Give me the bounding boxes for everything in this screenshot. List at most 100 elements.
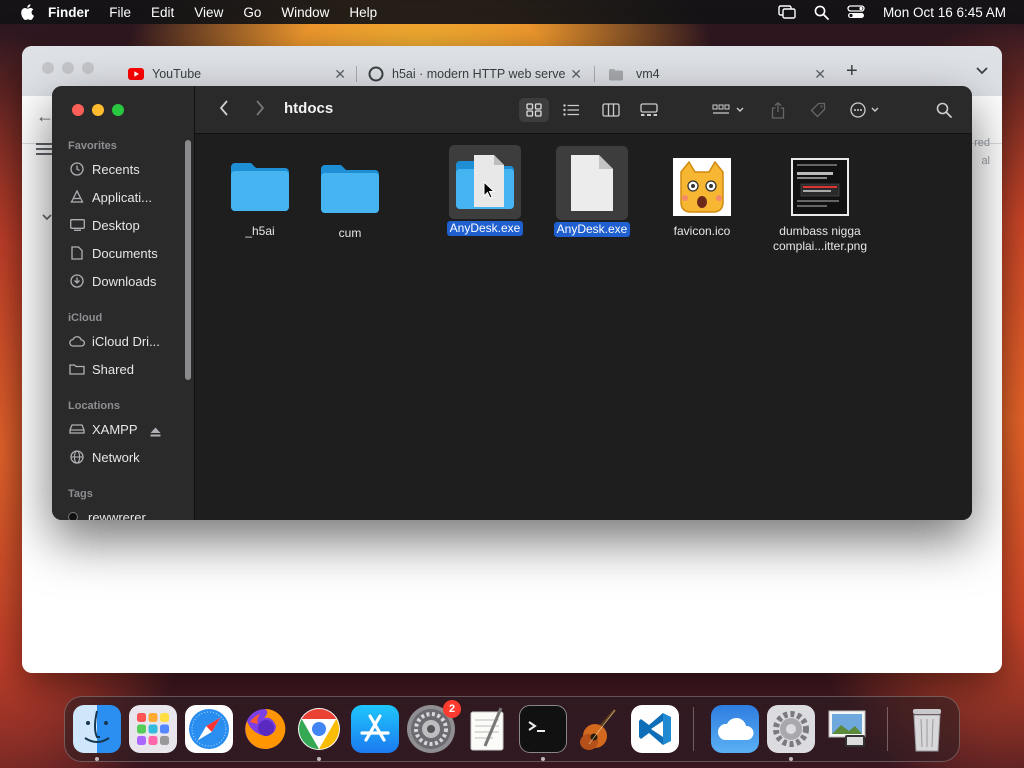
tag-icon[interactable]	[803, 98, 833, 122]
mouse-cursor-icon	[483, 181, 495, 199]
file-item-cum-folder[interactable]: cum	[300, 154, 400, 242]
chrome-icon[interactable]	[295, 705, 343, 753]
sidebar-item-tag[interactable]: rewwrerer	[68, 507, 146, 520]
tab-search-chevron-icon[interactable]	[976, 64, 988, 78]
menu-file[interactable]: File	[109, 5, 131, 20]
menu-edit[interactable]: Edit	[151, 5, 174, 20]
sidebar-item-recents[interactable]: Recents	[68, 159, 140, 179]
menu-go[interactable]: Go	[243, 5, 261, 20]
gallery-view-icon[interactable]	[634, 98, 664, 122]
list-view-icon[interactable]	[556, 98, 586, 122]
sidebar-section-tags: Tags	[68, 488, 93, 500]
back-chevron-icon[interactable]	[219, 100, 229, 121]
textedit-icon[interactable]	[463, 705, 511, 753]
screenshot-thumbnail-icon	[785, 152, 855, 222]
guitar-icon[interactable]	[575, 705, 623, 753]
launchpad-icon[interactable]	[129, 705, 177, 753]
column-view-icon[interactable]	[596, 98, 626, 122]
expand-chevron-icon[interactable]	[42, 210, 52, 224]
sidebar-item-label: Documents	[92, 245, 158, 261]
network-icon	[68, 449, 86, 465]
tab-divider	[594, 66, 595, 82]
menu-clock[interactable]: Mon Oct 16 6:45 AM	[883, 5, 1006, 20]
running-indicator	[789, 757, 793, 761]
search-icon[interactable]	[929, 98, 959, 122]
more-actions-icon[interactable]	[847, 98, 887, 122]
preview-icon[interactable]	[823, 705, 871, 753]
safari-icon[interactable]	[185, 705, 233, 753]
sidebar-item-label: Recents	[92, 161, 140, 177]
browser-tab-h5ai[interactable]: h5ai · modern HTTP web serve ✕	[360, 60, 588, 88]
spotlight-search-icon[interactable]	[814, 5, 829, 20]
finder-zoom-button[interactable]	[112, 104, 124, 116]
browser-close-button[interactable]	[42, 62, 54, 74]
trash-icon[interactable]	[903, 705, 951, 753]
tab-divider	[356, 66, 357, 82]
sidebar-item-xampp[interactable]: XAMPP	[68, 419, 138, 439]
menu-help[interactable]: Help	[349, 5, 377, 20]
screen-mirroring-icon[interactable]	[778, 5, 796, 19]
partial-text-line: al	[981, 155, 990, 167]
weather-icon[interactable]	[711, 705, 759, 753]
file-name: AnyDesk.exe	[446, 221, 524, 236]
menu-window[interactable]: Window	[281, 5, 329, 20]
sidebar-item-shared[interactable]: Shared	[68, 359, 134, 379]
file-item-favicon[interactable]: favicon.ico	[652, 152, 752, 240]
finder-minimize-button[interactable]	[92, 104, 104, 116]
sidebar-item-label: rewwrerer	[88, 509, 146, 521]
sidebar-item-documents[interactable]: Documents	[68, 243, 158, 263]
sidebar-item-icloud-drive[interactable]: iCloud Dri...	[68, 331, 160, 351]
sidebar-item-downloads[interactable]: Downloads	[68, 271, 156, 291]
cloud-icon	[68, 333, 86, 349]
dock-separator	[693, 707, 694, 751]
sidebar-scrollbar[interactable]	[185, 140, 191, 380]
tag-color-dot	[68, 512, 78, 520]
browser-window-controls	[42, 62, 94, 74]
folder-icon	[225, 152, 295, 222]
finder-close-button[interactable]	[72, 104, 84, 116]
browser-tab-vm4[interactable]: vm4 ✕	[600, 60, 832, 88]
menu-view[interactable]: View	[194, 5, 223, 20]
new-tab-plus-icon[interactable]: +	[846, 60, 858, 83]
download-icon	[68, 273, 86, 289]
control-center-icon[interactable]	[847, 5, 865, 19]
finder-sidebar: Favorites Recents Applicati... Desktop D…	[52, 86, 195, 520]
apple-menu-icon[interactable]	[20, 4, 34, 20]
group-by-icon[interactable]	[709, 98, 749, 122]
terminal-icon[interactable]	[519, 705, 567, 753]
icon-view-grid-icon[interactable]	[519, 98, 549, 122]
vscode-icon[interactable]	[631, 705, 679, 753]
sidebar-section-favorites: Favorites	[68, 140, 117, 152]
file-name: _h5ai	[245, 224, 275, 238]
file-item-h5ai-folder[interactable]: _h5ai	[210, 152, 310, 240]
sidebar-item-desktop[interactable]: Desktop	[68, 215, 140, 235]
firefox-icon[interactable]	[241, 705, 289, 753]
sidebar-item-applications[interactable]: Applicati...	[68, 187, 152, 207]
menu-app-finder[interactable]: Finder	[48, 5, 89, 20]
sidebar-item-network[interactable]: Network	[68, 447, 140, 467]
running-indicator	[95, 757, 99, 761]
folder-icon	[608, 66, 624, 82]
gear-icon[interactable]	[767, 705, 815, 753]
close-tab-icon[interactable]: ✕	[334, 66, 346, 83]
hamburger-menu-icon[interactable]	[36, 142, 52, 160]
sidebar-section-locations: Locations	[68, 400, 120, 412]
browser-tab-youtube[interactable]: YouTube ✕	[120, 60, 352, 88]
clock-icon	[68, 161, 86, 177]
file-item-screenshot-png[interactable]: dumbass nigga complai...itter.png	[760, 152, 880, 255]
document-icon	[68, 245, 86, 261]
dock-separator	[887, 707, 888, 751]
share-icon[interactable]	[763, 98, 793, 122]
file-item-anydesk-folder[interactable]: AnyDesk.exe	[435, 145, 535, 237]
browser-zoom-button[interactable]	[82, 62, 94, 74]
eject-icon[interactable]	[150, 424, 161, 442]
browser-minimize-button[interactable]	[62, 62, 74, 74]
app-store-icon[interactable]	[351, 705, 399, 753]
browser-tab-title: h5ai · modern HTTP web serve	[392, 67, 566, 81]
close-tab-icon[interactable]: ✕	[814, 66, 826, 83]
file-item-anydesk-document[interactable]: AnyDesk.exe	[542, 146, 642, 238]
close-tab-icon[interactable]: ✕	[570, 66, 582, 83]
forward-chevron-icon[interactable]	[255, 100, 265, 121]
finder-icon[interactable]	[73, 705, 121, 753]
sidebar-item-label: Network	[92, 449, 140, 465]
